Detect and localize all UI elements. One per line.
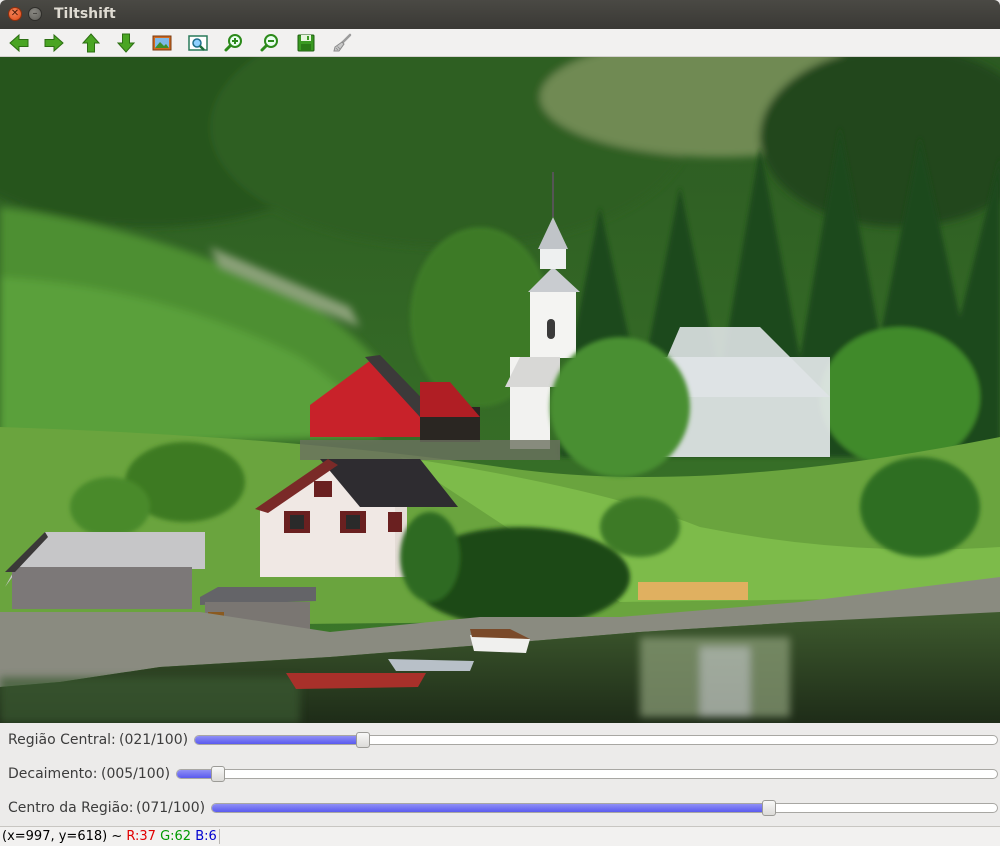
minimize-button[interactable]: –: [28, 7, 42, 21]
arrow-down-icon: [116, 33, 136, 53]
central-region-slider-handle[interactable]: [356, 732, 371, 748]
zoom-out-button[interactable]: [257, 31, 283, 55]
zoom-out-icon: [260, 34, 278, 52]
region-center-slider[interactable]: [211, 800, 998, 816]
status-coordinates: (x=997, y=618) ~: [2, 829, 127, 844]
slider-row-decay: Decaimento: (005/100): [0, 759, 1000, 789]
image-icon: [152, 35, 172, 51]
landscape-image: [0, 57, 1000, 723]
status-blue: B:6: [195, 829, 217, 844]
close-button[interactable]: ✕: [8, 7, 22, 21]
slider-row-region-center: Centro da Região: (071/100): [0, 793, 1000, 823]
central-region-slider[interactable]: [194, 732, 998, 748]
window-title: Tiltshift: [54, 6, 116, 22]
next-button[interactable]: [41, 31, 67, 55]
title-bar: ✕ – Tiltshift: [0, 0, 1000, 29]
down-button[interactable]: [113, 31, 139, 55]
status-green: G:62: [160, 829, 192, 844]
decay-label: Decaimento:: [8, 766, 98, 782]
arrow-right-icon: [44, 33, 64, 53]
central-region-slider-fill: [195, 736, 364, 744]
open-image-button[interactable]: [149, 31, 175, 55]
central-region-label: Região Central:: [8, 732, 116, 748]
clear-button[interactable]: [329, 31, 355, 55]
minimize-icon: –: [32, 8, 38, 19]
image-canvas[interactable]: [0, 57, 1000, 723]
up-button[interactable]: [78, 31, 104, 55]
save-icon: [297, 34, 315, 52]
region-center-slider-handle[interactable]: [762, 800, 777, 816]
central-region-value: (021/100): [119, 732, 189, 748]
previous-button[interactable]: [6, 31, 32, 55]
region-center-slider-fill: [212, 804, 770, 812]
slider-row-central-region: Região Central: (021/100): [0, 725, 1000, 755]
arrow-left-icon: [9, 33, 29, 53]
toolbar: [0, 29, 1000, 57]
arrow-up-icon: [81, 33, 101, 53]
status-bar: (x=997, y=618) ~ R:37 G:62 B:6: [0, 826, 1000, 846]
region-center-label: Centro da Região:: [8, 800, 134, 816]
status-red: R:37: [126, 829, 156, 844]
zoom-in-icon: [224, 34, 242, 52]
close-icon: ✕: [10, 8, 20, 19]
decay-slider-handle[interactable]: [211, 766, 225, 782]
brush-icon: [333, 33, 352, 52]
zoom-fit-button[interactable]: [185, 31, 211, 55]
decay-value: (005/100): [101, 766, 171, 782]
zoom-fit-icon: [188, 35, 208, 51]
zoom-in-button[interactable]: [221, 31, 247, 55]
save-button[interactable]: [293, 31, 319, 55]
decay-slider[interactable]: [176, 766, 998, 782]
region-center-value: (071/100): [136, 800, 206, 816]
